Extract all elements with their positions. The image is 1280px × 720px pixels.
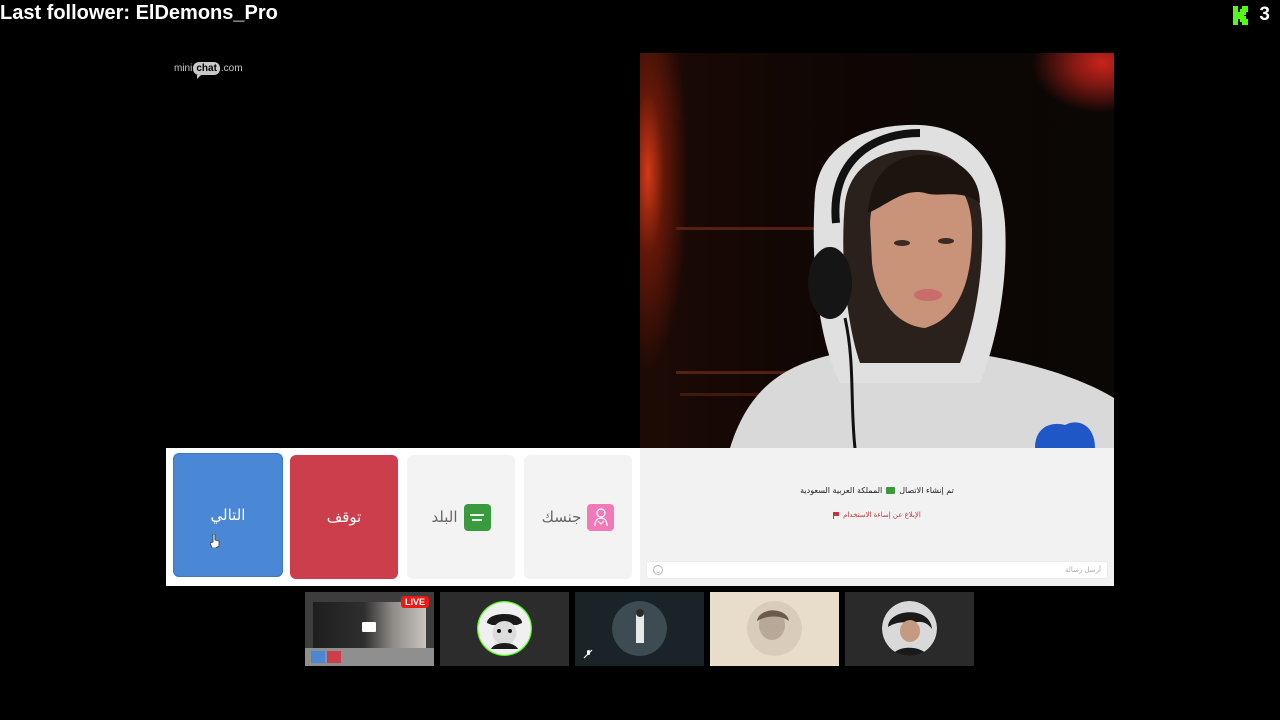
logo-bubble: chat [193, 61, 220, 79]
logo-suffix: .com [220, 62, 243, 74]
last-follower-label: Last follower: ElDemons_Pro [0, 2, 278, 24]
thumbnail-person-light[interactable] [710, 592, 839, 666]
local-video [166, 53, 640, 448]
message-input[interactable]: أرسل رسالة [646, 561, 1108, 579]
thumbnail-person-hair[interactable] [845, 592, 974, 666]
person-avatar-image [882, 601, 937, 656]
cartoon-avatar-image [477, 601, 532, 656]
person-avatar-image [747, 601, 802, 656]
control-panel: التالي توقف البلد جنسك تم إنشاء الاتصال … [166, 448, 1114, 586]
partner-person-image [730, 124, 1114, 448]
gender-button-label: جنسك [541, 508, 582, 526]
follower-counter: 3 [1233, 4, 1270, 26]
connection-status: تم إنشاء الاتصال المملكة العربية السعودي… [640, 486, 1114, 495]
country-select-button[interactable]: البلد [407, 455, 515, 579]
person-avatar-image [612, 601, 667, 656]
kick-logo-icon [1233, 5, 1249, 25]
country-button-label: البلد [431, 508, 458, 526]
remote-video [640, 53, 1114, 448]
card-icon [362, 622, 376, 632]
message-placeholder: أرسل رسالة [1065, 566, 1101, 574]
follower-count: 3 [1259, 4, 1270, 25]
gender-select-button[interactable]: جنسك [524, 455, 632, 579]
connection-text: تم إنشاء الاتصال [899, 486, 954, 495]
report-abuse-label: الإبلاغ عن إساءة الاستخدام [843, 511, 921, 519]
mouse-cursor-icon [210, 534, 220, 548]
thumbnail-stream[interactable]: LIVE [305, 592, 434, 666]
logo-prefix: mini [174, 62, 193, 74]
next-button[interactable]: التالي [173, 453, 283, 577]
stream-preview-bar [305, 648, 434, 666]
partner-country: المملكة العربية السعودية [800, 486, 883, 495]
stop-button-label: توقف [326, 508, 362, 526]
button-area: التالي توقف البلد جنسك [166, 448, 640, 586]
emoji-icon[interactable] [653, 565, 663, 575]
next-button-label: التالي [210, 506, 246, 524]
stop-button[interactable]: توقف [290, 455, 398, 579]
thumbnail-cartoon-avatar[interactable] [440, 592, 569, 666]
female-gender-icon [587, 503, 615, 531]
live-badge: LIVE [400, 596, 429, 608]
saudi-flag-icon [463, 503, 491, 531]
thumbnail-strip: LIVE [305, 592, 974, 666]
muted-mic-icon [583, 649, 593, 659]
report-flag-icon [833, 511, 840, 519]
minichat-logo[interactable]: mini chat .com [174, 59, 243, 79]
report-abuse-link[interactable]: الإبلاغ عن إساءة الاستخدام [640, 511, 1114, 519]
chat-panel: تم إنشاء الاتصال المملكة العربية السعودي… [640, 448, 1114, 586]
saudi-flag-icon [886, 487, 896, 494]
thumbnail-person-dark[interactable] [575, 592, 704, 666]
